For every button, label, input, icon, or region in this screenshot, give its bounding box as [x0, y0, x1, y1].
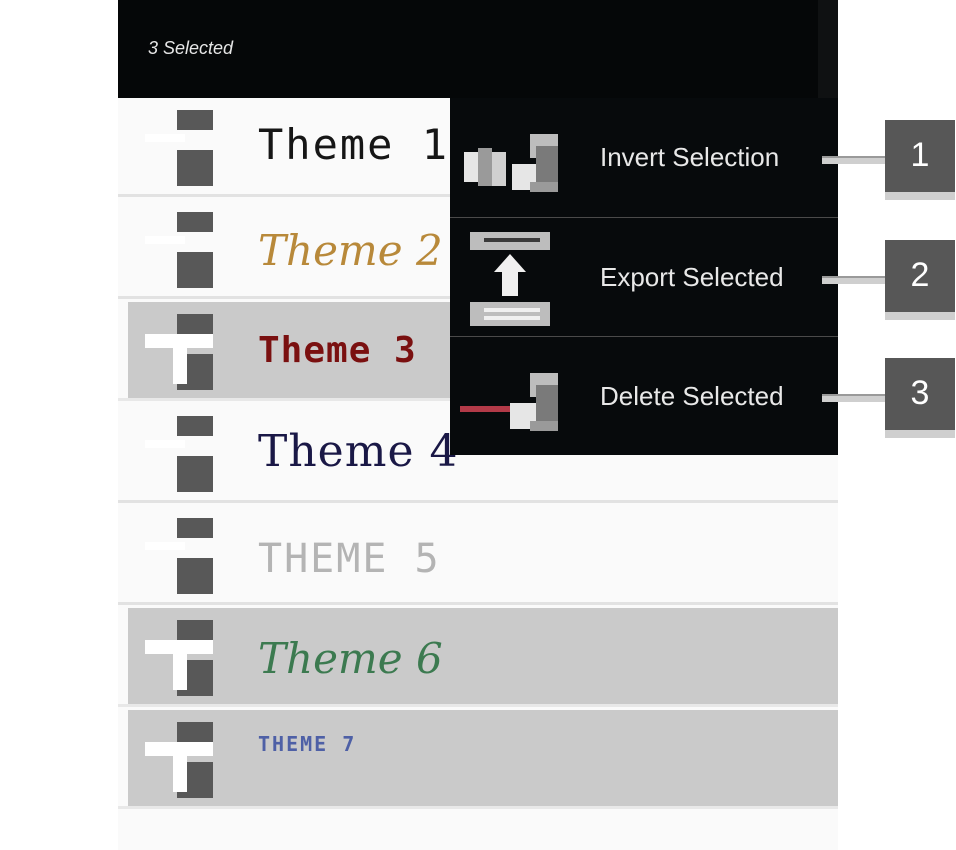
context-menu: Invert Selection Export Selected Delete … [450, 98, 838, 455]
menu-item-label: Delete Selected [600, 381, 784, 411]
theme-icon [145, 416, 213, 492]
export-icon [470, 232, 550, 326]
theme-icon-selected [145, 314, 213, 390]
selection-count: 3 Selected [148, 38, 234, 58]
selection-toolbar: 3 Selected [118, 0, 838, 98]
theme-name: Theme 3 [258, 330, 417, 371]
menu-item-delete-selected[interactable]: Delete Selected [450, 336, 838, 456]
callout-1: 1 [822, 120, 956, 202]
callout-number: 1 [885, 120, 955, 192]
toolbar-edge [818, 0, 838, 98]
theme-row-7[interactable]: THEME 7 [118, 710, 838, 809]
callout-line [822, 394, 888, 402]
row-margin [118, 608, 128, 704]
callout-shadow [885, 430, 955, 438]
row-margin [118, 710, 128, 806]
theme-name: Theme 4 [258, 426, 459, 477]
menu-item-label: Export Selected [600, 262, 784, 292]
callout-line [822, 156, 888, 164]
theme-icon [145, 212, 213, 288]
callout-number: 3 [885, 358, 955, 430]
callout-2: 2 [822, 240, 956, 322]
menu-item-export-selected[interactable]: Export Selected [450, 217, 838, 337]
callout-shadow [885, 312, 955, 320]
callout-shadow [885, 192, 955, 200]
theme-name: Theme 6 [258, 634, 443, 683]
callout-line [822, 276, 888, 284]
callout-3: 3 [822, 358, 956, 440]
invert-selection-icon [464, 134, 558, 192]
theme-icon-selected [145, 620, 213, 696]
menu-item-invert-selection[interactable]: Invert Selection [450, 98, 838, 217]
theme-icon [145, 518, 213, 594]
theme-icon [145, 110, 213, 186]
callout-number: 2 [885, 240, 955, 312]
theme-icon-selected [145, 722, 213, 798]
row-margin [118, 302, 128, 398]
theme-row-6[interactable]: Theme 6 [118, 608, 838, 707]
theme-name: Theme 1 [258, 120, 450, 169]
theme-name: THEME 5 [258, 536, 441, 582]
menu-item-label: Invert Selection [600, 142, 780, 172]
theme-name: Theme 2 [258, 226, 443, 275]
delete-icon [460, 373, 558, 431]
theme-name: THEME 7 [258, 732, 357, 756]
theme-row-5[interactable]: THEME 5 [118, 506, 838, 605]
